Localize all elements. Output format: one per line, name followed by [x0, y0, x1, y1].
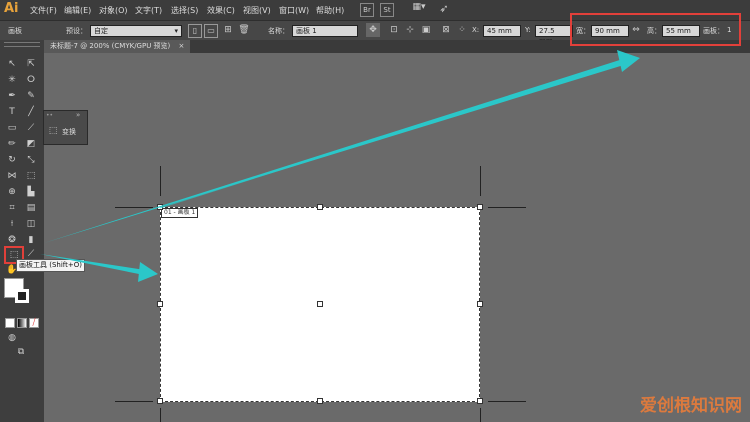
annotation-arrow-to-size: [44, 58, 627, 243]
annotation-arrowhead: [617, 50, 640, 72]
annotation-guide-line: [159, 59, 629, 209]
annotation-arrowhead: [138, 262, 158, 282]
annotation-arrows: [40, 50, 640, 282]
annotation-arrow-to-artboard: [40, 254, 145, 275]
watermark: 爱创根知识网: [640, 396, 742, 416]
